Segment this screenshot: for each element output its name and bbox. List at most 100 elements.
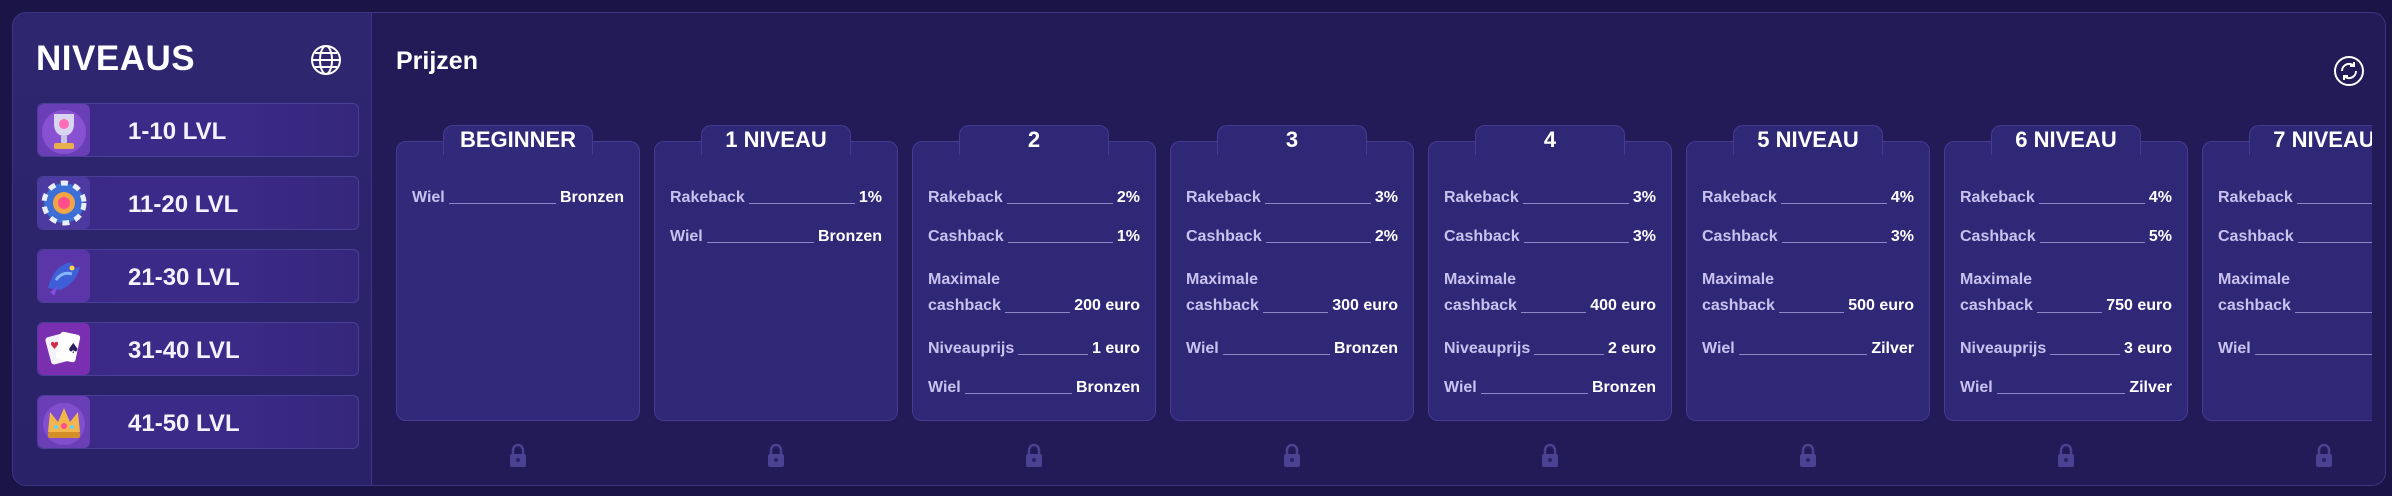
lock-icon [768,443,784,467]
prize-value: 400 euro [1590,297,1656,314]
leader-line [1264,203,1371,204]
leader-line [1523,242,1629,243]
prize-row: Cashback 3% [1702,228,1914,246]
prize-value: Bronzen [1592,379,1656,396]
level-item-1-10[interactable]: 1-10 LVL [37,103,359,157]
card-title: 5 NIVEAU [1757,127,1859,152]
card-rows: Wiel Bronzen [412,189,624,228]
prize-row: Cashback 1% [928,228,1140,246]
card-rows: Rakeback 3% Cashback 3% Maximale cashback 400… [1444,189,1656,418]
dragon-icon [38,250,90,302]
cards-icon: ♠ ♥ [38,323,90,375]
card-title: 1 NIVEAU [725,127,827,152]
leader-line [1006,203,1113,204]
leader-line [1534,354,1604,355]
level-label: 21-30 LVL [128,264,240,291]
leader-line [2296,203,2372,204]
prize-value: 2% [1116,189,1140,206]
prize-value: 5% [2148,228,2172,245]
prize-key: Wiel [928,379,961,396]
prize-row: Rakeback 3% [1444,189,1656,207]
prize-key: Cashback [1444,228,1520,245]
prize-row: Rakeback 3% [1186,189,1398,207]
refresh-icon[interactable] [2333,55,2365,87]
prize-key: Rakeback [1444,189,1519,206]
prize-row: Wiel Bronzen [928,379,1140,397]
lock-icon [1284,443,1300,467]
leader-line [1262,312,1329,313]
prize-row: Maximale cashback 300 euro [1186,267,1398,319]
level-item-31-40[interactable]: ♠ ♥ 31-40 LVL [37,322,359,376]
leader-line [1018,354,1088,355]
lock-icon [1026,443,1042,467]
prize-row: Rakeback 2% [928,189,1140,207]
prize-card: 6 NIVEAU Rakeback 4% Cashback 5% Maximale cas… [1944,113,2188,421]
prize-value: Zilver [2129,379,2172,396]
card-title: 7 NIVEAU [2273,127,2372,152]
prize-card: 3 Rakeback 3% Cashback 2% Maximale cashback 30… [1170,113,1414,421]
prize-row: Cashback 5% [1960,228,2172,246]
prize-row: Wiel Bronzen [1186,340,1398,358]
level-item-41-50[interactable]: 41-50 LVL [37,395,359,449]
level-label: 41-50 LVL [128,410,240,437]
prize-key: Cashback [928,228,1004,245]
globe-icon[interactable] [309,43,343,77]
prize-row: Maximale cashback 400 euro [1444,267,1656,319]
leader-line [1222,354,1330,355]
prize-row: Wiel Zilver [1960,379,2172,397]
prize-value: 3% [1632,189,1656,206]
prize-row: Rakeback 4% [1702,189,1914,207]
prize-cards: BEGINNER Wiel Bronzen 1 NIVEAU Rakeback 1% Wie… [396,113,2372,485]
card-title: 2 [1027,127,1041,152]
card-rows: Rakeback 4% Cashback 5% Maximale cashback 750… [1960,189,2172,418]
prize-key: Maximale cashback [928,271,1001,314]
leader-line [706,242,814,243]
prize-row: Rakeback [2218,189,2372,207]
prize-value: Zilver [1871,340,1914,357]
prize-key: Niveauprijs [1960,340,2047,357]
level-label: 1-10 LVL [128,118,227,145]
prize-row: Maximale cashback1 [2218,267,2372,319]
prize-row: Maximale cashback 750 euro [1960,267,2172,319]
prize-value: 300 euro [1332,297,1398,314]
prize-card: 5 NIVEAU Rakeback 4% Cashback 3% Maximale cas… [1686,113,1930,421]
prize-key: Maximale cashback [1702,271,1775,314]
page-title: Prijzen [396,47,478,75]
prize-key: Niveauprijs [1444,340,1531,357]
prize-key: Rakeback [928,189,1003,206]
prize-key: Maximale cashback [2218,271,2291,314]
prize-card: 2 Rakeback 2% Cashback 1% Maximale cashback 20… [912,113,1156,421]
sidebar: NIVEAUS 1-10 LVL 11-20 LVL 21-30 LVL ♠ ♥… [13,13,372,485]
card-rows: Rakeback 2% Cashback 1% Maximale cashback 200… [928,189,1140,418]
prize-row: Cashback 2% [1186,228,1398,246]
leader-line [2036,312,2103,313]
level-list: 1-10 LVL 11-20 LVL 21-30 LVL ♠ ♥ 31-40 L… [37,103,359,468]
lock-icon [1542,443,1558,467]
leader-line [448,203,556,204]
leader-line [1781,242,1887,243]
prize-row: Niveauprijs 3 euro [1960,340,2172,358]
prize-value: 750 euro [2106,297,2172,314]
prize-row: Maximale cashback 200 euro [928,267,1140,319]
leader-line [1780,203,1887,204]
prize-value: Bronzen [560,189,624,206]
prize-value: 1% [1116,228,1140,245]
prize-key: Wiel [1186,340,1219,357]
card-title: BEGINNER [459,127,577,152]
prize-key: Maximale cashback [1960,271,2033,314]
prize-value: 2% [1374,228,1398,245]
card-title: 6 NIVEAU [2015,127,2117,152]
level-item-21-30[interactable]: 21-30 LVL [37,249,359,303]
levels-panel: NIVEAUS 1-10 LVL 11-20 LVL 21-30 LVL ♠ ♥… [12,12,2386,486]
svg-text:♠: ♠ [67,341,80,357]
leader-line [748,203,855,204]
sidebar-title: NIVEAUS [36,39,196,78]
prize-value: 3 euro [2123,340,2172,357]
leader-line [2038,203,2145,204]
prize-value: Bronzen [818,228,882,245]
level-item-11-20[interactable]: 11-20 LVL [37,176,359,230]
leader-line [1996,393,2126,394]
level-label: 31-40 LVL [128,337,240,364]
leader-line [1480,393,1588,394]
card-title: 3 [1285,127,1299,152]
